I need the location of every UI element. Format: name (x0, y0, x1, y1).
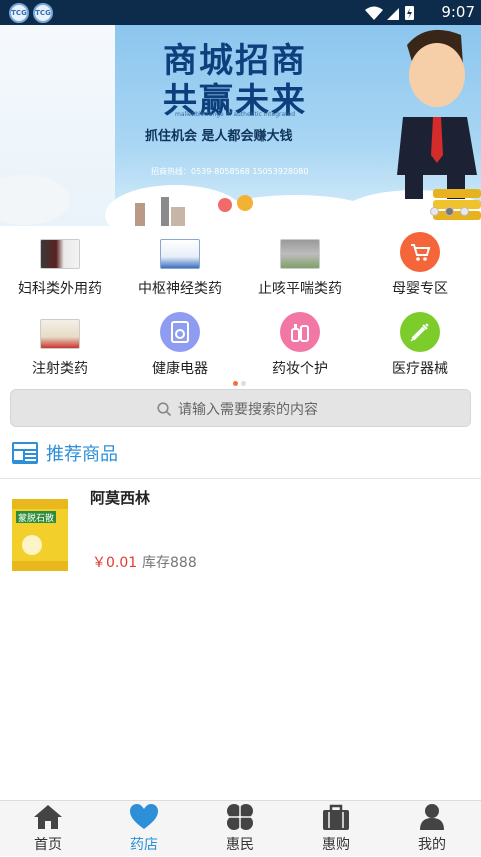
nav-home[interactable]: 首页 (0, 801, 96, 857)
category-label: 母婴专区 (392, 281, 448, 297)
system-status-icons (365, 6, 414, 20)
product-image: 蒙脱石散 (10, 499, 70, 571)
promo-banner[interactable]: 商城招商 共赢未来 malleable range of authentic i… (0, 25, 481, 226)
clover-icon (227, 804, 253, 830)
bag-icon (323, 804, 349, 830)
clock: 9:07 (441, 3, 475, 21)
businessman-illustration (397, 29, 477, 199)
cosmetics-care-icon (280, 312, 320, 352)
gynecology-medicine-icon (40, 234, 80, 274)
product-box-label: 蒙脱石散 (18, 512, 54, 524)
product-item[interactable]: 蒙脱石散 阿莫西林 ￥0.01 库存888 (0, 479, 481, 579)
recommended-section-header: 推荐商品 (12, 440, 118, 466)
category-label: 健康电器 (152, 361, 208, 377)
page-dot (241, 381, 246, 386)
status-bar: TCG TCG 9:07 (0, 0, 481, 25)
search-icon (157, 401, 172, 416)
mother-baby-cart-icon (400, 232, 440, 272)
news-icon (12, 442, 38, 464)
nervous-system-medicine-icon (160, 234, 200, 274)
category-page-indicator (233, 381, 246, 386)
category-label: 止咳平喘类药 (258, 281, 342, 297)
app-notification-icon-2: TCG (33, 3, 53, 23)
hot-air-balloon-icon (218, 195, 253, 212)
product-stock: 库存888 (142, 555, 197, 571)
section-title: 推荐商品 (46, 444, 118, 465)
banner-slide-indicator (430, 207, 469, 216)
slide-dot-active[interactable] (445, 207, 454, 216)
slide-dot[interactable] (430, 207, 439, 216)
bottom-navigation: 首页 药店 惠民 惠购 我的 (0, 800, 481, 856)
city-silhouette (135, 197, 185, 226)
medical-device-syringe-icon (400, 312, 440, 352)
gold-coins (433, 189, 481, 220)
nav-label: 惠购 (322, 837, 350, 853)
nav-benefit[interactable]: 惠民 (192, 801, 288, 857)
search-placeholder: 请输入需要搜索的内容 (178, 402, 318, 418)
product-price: ￥0.01 (92, 555, 138, 571)
nav-label: 我的 (418, 837, 446, 853)
banner-prev-slide (0, 25, 115, 226)
banner-hotline: 招商热线：0539-8058568 15053928080 (151, 167, 309, 176)
nav-shopping[interactable]: 惠购 (288, 801, 384, 857)
nav-label: 惠民 (226, 837, 254, 853)
user-icon (420, 804, 444, 830)
health-appliance-icon (160, 312, 200, 352)
banner-slide: 商城招商 共赢未来 malleable range of authentic i… (105, 25, 481, 226)
product-name[interactable]: 阿莫西林 (90, 487, 150, 508)
app-notification-icon: TCG (9, 3, 29, 23)
nav-label: 药店 (130, 837, 158, 853)
page-dot-active (233, 381, 238, 386)
nav-profile[interactable]: 我的 (384, 801, 480, 857)
category-label: 医疗器械 (392, 361, 448, 377)
banner-small-text: malleable range of authentic integrated (175, 111, 296, 118)
home-icon (34, 805, 62, 829)
injection-medicine-icon (40, 314, 80, 354)
heart-icon (130, 804, 158, 829)
slide-dot[interactable] (460, 207, 469, 216)
category-label: 中枢神经类药 (138, 281, 222, 297)
category-label: 注射类药 (32, 361, 88, 377)
category-label: 妇科类外用药 (18, 281, 102, 297)
search-bar[interactable]: 请输入需要搜索的内容 (10, 389, 471, 427)
nav-label: 首页 (34, 837, 62, 853)
cough-medicine-icon (280, 234, 320, 274)
nav-pharmacy[interactable]: 药店 (96, 801, 192, 857)
banner-tagline: 抓住机会 是人都会赚大钱 (145, 129, 293, 144)
category-label: 药妆个护 (272, 361, 328, 377)
